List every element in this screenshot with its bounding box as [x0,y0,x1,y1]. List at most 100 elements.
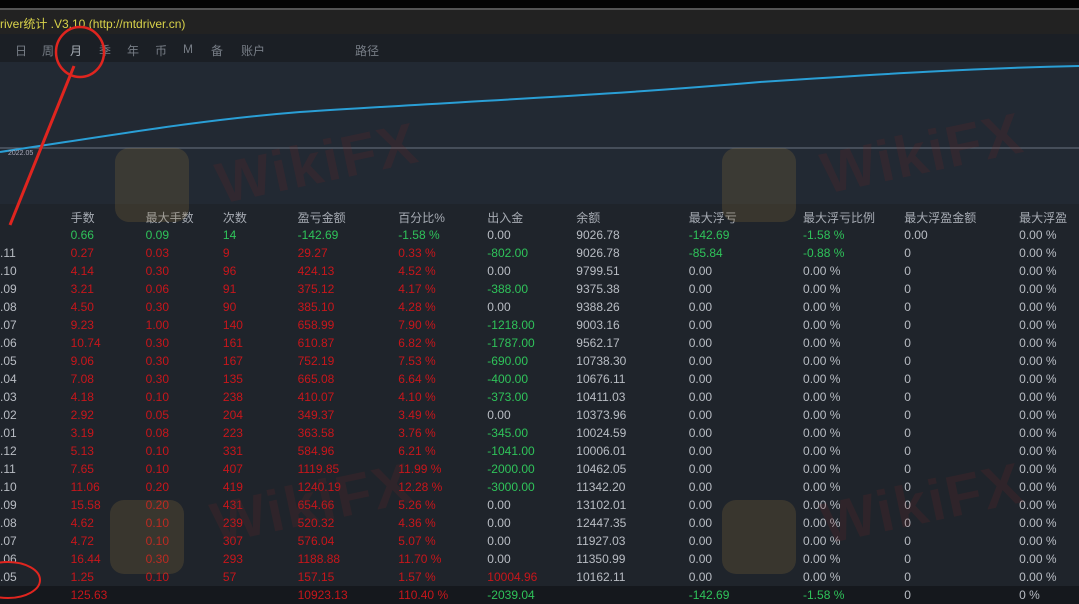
cell-lots: 7.65 [70,462,94,476]
cell-max-floating-profit-ratio: 0.00 % [1019,480,1057,494]
cell-balance: 11350.99 [576,552,626,566]
cell-balance: 12447.35 [576,516,627,530]
cell-max-floating-profit-ratio: 0.00 % [1019,516,1057,530]
tab-m[interactable]: M [183,42,193,56]
table-row[interactable]: .02 2.92 0.05 204 349.37 3.49 % 0.00 10373.96 0.… [0,406,1079,424]
tab-week[interactable]: 周 [42,42,54,59]
table-row[interactable]: .01 3.19 0.08 223 363.58 3.76 % -345.00 10024.5… [0,424,1079,442]
table-row[interactable]: .07 9.23 1.00 140 658.99 7.90 % -1218.00 9003.1… [0,316,1079,334]
cell-deposit-withdraw: 0.00 [487,516,511,530]
header-max-floating-profit[interactable]: 最大浮盈金额 [904,208,1019,226]
cell-lots: 9.06 [70,354,94,368]
table-row[interactable]: .06 10.74 0.30 161 610.87 6.82 % -1787.00 9562.… [0,334,1079,352]
cell-max-floating-loss: 0.00 [688,300,713,314]
cell-max-floating-loss-ratio: 0.00 % [803,444,841,458]
cell-month: .09 [0,498,17,512]
cell-month: .01 [0,426,17,440]
cell-max-floating-loss-ratio: 0.00 % [803,282,841,296]
cell-month: .05 [0,570,17,584]
cell-max-floating-loss: 0.00 [688,444,713,458]
table-row[interactable]: .04 7.08 0.30 135 665.08 6.64 % -400.00 10676.1… [0,370,1079,388]
cell-max-floating-loss: -142.69 [688,588,730,602]
cell-balance: 9375.38 [576,282,620,296]
cell-max-floating-profit-ratio: 0.00 % [1019,426,1057,440]
cell-max-floating-loss: 0.00 [688,336,713,350]
tab-day[interactable]: 日 [15,42,27,59]
cell-profit: 375.12 [297,282,335,296]
cell-max-floating-profit: 0 [904,246,911,260]
cell-balance: 9003.16 [576,318,620,332]
cell-deposit-withdraw: 0.00 [487,552,511,566]
cell-balance: 9799.51 [576,264,620,278]
cell-max-lots: 0.30 [145,372,169,386]
cell-percent: 4.36 % [398,516,436,530]
header-month[interactable] [0,208,71,226]
cell-trades: 331 [222,444,243,458]
cell-deposit-withdraw: 0.00 [487,498,511,512]
cell-max-floating-profit-ratio: 0.00 % [1019,264,1057,278]
cell-max-floating-loss-ratio: 0.00 % [803,264,841,278]
cell-max-floating-loss-ratio: 0.00 % [803,318,841,332]
cell-max-floating-profit: 0 [904,318,911,332]
cell-max-floating-profit: 0.00 [904,228,928,242]
tab-year[interactable]: 年 [127,42,139,59]
total-row[interactable]: 125.63 10923.13 110.40 % -2039.04 -142.69 -1.… [0,586,1079,604]
tab-note[interactable]: 备 [211,42,223,59]
cell-month: .10 [0,264,17,278]
cell-month: .07 [0,318,17,332]
header-max-floating-profit-ratio[interactable]: 最大浮盈 [1019,208,1079,226]
cell-percent: 3.49 % [398,408,436,422]
cell-max-floating-profit-ratio: 0.00 % [1019,444,1057,458]
cell-balance: 9026.78 [576,246,620,260]
table-row[interactable]: .12 5.13 0.10 331 584.96 6.21 % -1041.00 10006.… [0,442,1079,460]
cell-percent: 3.76 % [398,426,436,440]
cell-deposit-withdraw: -373.00 [487,390,528,404]
header-deposit-withdraw[interactable]: 出入金 [487,208,576,226]
cell-percent: 0.33 % [398,246,436,260]
cell-month [0,226,71,244]
cell-max-floating-profit: 0 [904,570,911,584]
cell-percent: 6.21 % [398,444,436,458]
cell-percent: 5.07 % [398,534,436,548]
cell-trades: 161 [222,336,243,350]
tab-account[interactable]: 账户 [241,42,265,59]
table-row[interactable]: 0.66 0.09 14 -142.69 -1.58 % 0.00 9026.78 -142.… [0,226,1079,244]
cell-max-floating-profit: 0 [904,372,911,386]
window-title: river统计 .V3.10 (http://mtdriver.cn) [0,17,186,31]
cell-balance [576,586,688,604]
cell-deposit-withdraw: -2000.00 [487,462,535,476]
table-row[interactable]: .10 4.14 0.30 96 424.13 4.52 % 0.00 9799.51 0.00… [0,262,1079,280]
cell-deposit-withdraw: -388.00 [487,282,528,296]
table-row[interactable]: .05 9.06 0.30 167 752.19 7.53 % -690.00 10738.3… [0,352,1079,370]
cell-trades: 140 [222,318,243,332]
cell-lots: 11.06 [70,480,100,494]
cell-deposit-withdraw: 0.00 [487,534,511,548]
tab-month[interactable]: 月 [70,42,82,59]
watermark-logo [722,500,796,574]
tab-quarter[interactable]: 季 [99,42,111,59]
cell-trades: 223 [222,426,243,440]
cell-month: .02 [0,408,17,422]
cell-deposit-withdraw: -1041.00 [487,444,535,458]
table-row[interactable]: .03 4.18 0.10 238 410.07 4.10 % -373.00 10411.0… [0,388,1079,406]
cell-max-floating-profit-ratio: 0.00 % [1019,354,1057,368]
header-percent[interactable]: 百分比% [398,208,487,226]
cell-balance: 10006.01 [576,444,627,458]
cell-max-floating-profit: 0 [904,552,911,566]
cell-deposit-withdraw: -3000.00 [487,480,535,494]
tab-currency[interactable]: 币 [155,42,167,59]
cell-max-floating-profit-ratio: 0.00 % [1019,300,1057,314]
header-balance[interactable]: 余额 [576,208,688,226]
header-max-floating-loss-ratio[interactable]: 最大浮亏比例 [803,208,904,226]
tab-path[interactable]: 路径 [355,42,379,59]
table-row[interactable]: .08 4.50 0.30 90 385.10 4.28 % 0.00 9388.26 0.00… [0,298,1079,316]
cell-lots: 7.08 [70,372,94,386]
cell-deposit-withdraw: 10004.96 [487,570,538,584]
header-profit[interactable]: 盈亏金额 [298,208,399,226]
table-row[interactable]: .11 0.27 0.03 9 29.27 0.33 % -802.00 9026.78 -85… [0,244,1079,262]
cell-month: .06 [0,552,17,566]
cell-profit: 752.19 [297,354,335,368]
cell-trades [223,586,298,604]
cell-deposit-withdraw: 0.00 [487,300,511,314]
table-row[interactable]: .09 3.21 0.06 91 375.12 4.17 % -388.00 9375.38 0… [0,280,1079,298]
